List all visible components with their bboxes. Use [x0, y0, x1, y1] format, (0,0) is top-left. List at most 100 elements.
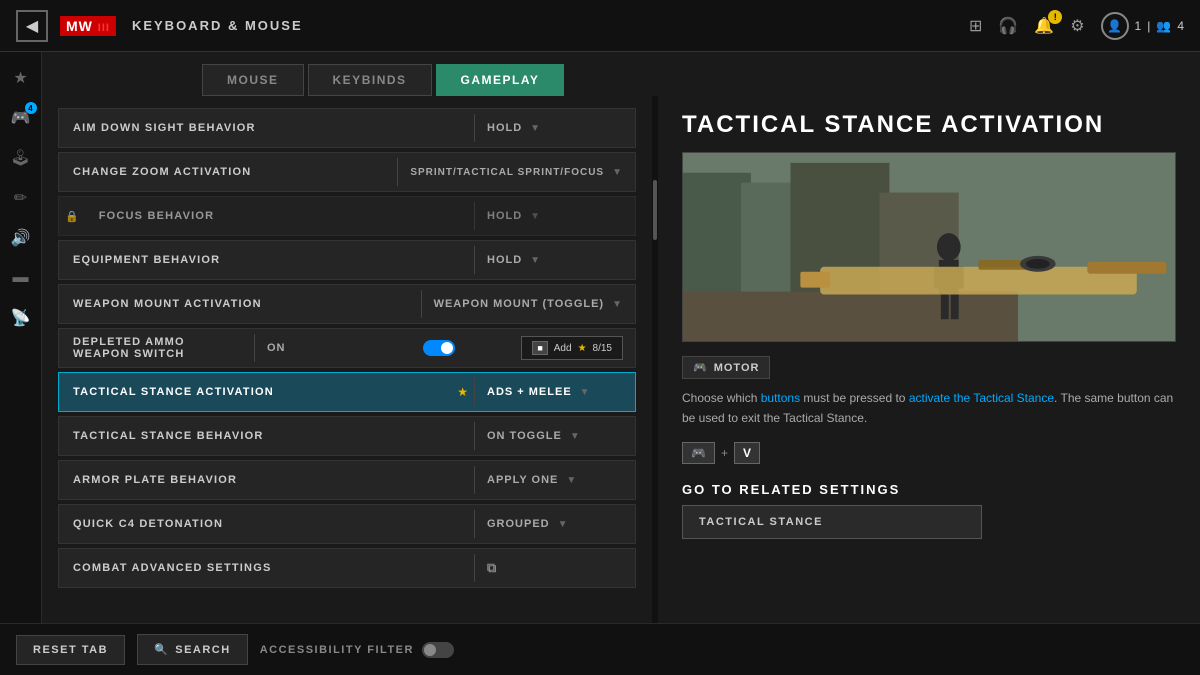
settings-list: AIM DOWN SIGHT BEHAVIOR HOLD ▼ CHANGE ZO…	[42, 96, 652, 623]
panel-scene-svg	[683, 153, 1175, 341]
setting-combat-advanced[interactable]: COMBAT ADVANCED SETTINGS ⧉	[58, 548, 636, 588]
sidebar-badge: 4	[25, 102, 37, 114]
setting-name: ARMOR PLATE BEHAVIOR	[59, 474, 474, 486]
motor-icon: 🎮	[693, 361, 708, 374]
setting-value: ADS + MELEE ▼	[475, 386, 635, 398]
search-label: SEARCH	[175, 644, 230, 656]
setting-name: TACTICAL STANCE ACTIVATION	[59, 386, 451, 398]
setting-value: APPLY ONE ▼	[475, 474, 635, 486]
friends-icon: 👥	[1156, 19, 1171, 33]
setting-value: ON	[255, 342, 415, 354]
headphone-icon[interactable]: 🎧	[998, 16, 1018, 36]
lock-icon: 🔒	[59, 210, 85, 223]
setting-equipment-behavior[interactable]: EQUIPMENT BEHAVIOR HOLD ▼	[58, 240, 636, 280]
go-related-title: GO TO RELATED SETTINGS	[682, 482, 1176, 497]
tab-bar: MOUSE KEYBINDS GAMEPLAY	[42, 52, 1200, 96]
main-area: AIM DOWN SIGHT BEHAVIOR HOLD ▼ CHANGE ZO…	[42, 96, 1200, 623]
header: ◀ MW III KEYBOARD & MOUSE ⊞ 🎧 🔔 ! ⚙ 👤 1 …	[0, 0, 1200, 52]
tab-mouse[interactable]: MOUSE	[202, 64, 304, 96]
bell-badge: !	[1048, 10, 1062, 24]
toggle-depleted-ammo[interactable]	[423, 340, 455, 356]
setting-tactical-stance-activation[interactable]: TACTICAL STANCE ACTIVATION ★ ADS + MELEE…	[58, 372, 636, 412]
sidebar-item-controller[interactable]: 🎮 4	[3, 100, 39, 136]
setting-aim-down-sight[interactable]: AIM DOWN SIGHT BEHAVIOR HOLD ▼	[58, 108, 636, 148]
logo-box: MW III	[60, 16, 116, 36]
chevron-icon: ▼	[612, 299, 623, 310]
chevron-icon: ▼	[530, 211, 541, 222]
setting-value: ⧉	[475, 560, 635, 576]
setting-name: COMBAT ADVANCED SETTINGS	[59, 562, 474, 574]
panel-description: Choose which buttons must be pressed to …	[682, 389, 1176, 427]
setting-armor-plate[interactable]: ARMOR PLATE BEHAVIOR APPLY ONE ▼	[58, 460, 636, 500]
search-icon: 🔍	[154, 643, 169, 656]
reset-tab-button[interactable]: RESET TAB	[16, 635, 125, 665]
desc-link-buttons[interactable]: buttons	[761, 391, 800, 405]
setting-name: DEPLETED AMMO WEAPON SWITCH	[59, 336, 254, 360]
setting-depleted-ammo[interactable]: DEPLETED AMMO WEAPON SWITCH ON ■ Add ★ 8…	[58, 328, 636, 368]
panel-title: TACTICAL STANCE ACTIVATION	[682, 112, 1176, 138]
setting-name: QUICK C4 DETONATION	[59, 518, 474, 530]
chevron-icon: ▼	[570, 431, 581, 442]
popup-count: 8/15	[593, 343, 612, 354]
tab-keybinds[interactable]: KEYBINDS	[308, 64, 432, 96]
setting-quick-c4[interactable]: QUICK C4 DETONATION GROUPED ▼	[58, 504, 636, 544]
profile-section: 👤 1 | 👥 4	[1101, 12, 1184, 40]
sidebar-item-edit[interactable]: ✏	[3, 180, 39, 216]
profile-level: 1	[1135, 19, 1142, 33]
bell-icon[interactable]: 🔔 !	[1034, 16, 1054, 36]
setting-name: FOCUS BEHAVIOR	[85, 210, 474, 222]
setting-change-zoom[interactable]: CHANGE ZOOM ACTIVATION SPRINT/TACTICAL S…	[58, 152, 636, 192]
popup-add-label: Add	[554, 343, 572, 354]
chevron-icon: ▼	[580, 387, 591, 398]
setting-name: AIM DOWN SIGHT BEHAVIOR	[59, 122, 474, 134]
panel-image	[682, 152, 1176, 342]
logo-text: MW	[66, 18, 93, 34]
desc-part2: must be pressed to	[800, 391, 909, 405]
setting-value: GROUPED ▼	[475, 518, 635, 530]
sidebar-item-volume[interactable]: 🔊	[3, 220, 39, 256]
sidebar-item-favorites[interactable]: ★	[3, 60, 39, 96]
setting-tactical-stance-behavior[interactable]: TACTICAL STANCE BEHAVIOR ON TOGGLE ▼	[58, 416, 636, 456]
back-button[interactable]: ◀	[16, 10, 48, 42]
right-panel: TACTICAL STANCE ACTIVATION	[658, 96, 1200, 623]
sidebar-item-display[interactable]: ▬	[3, 260, 39, 296]
chevron-icon: ▼	[558, 519, 569, 530]
setting-name: CHANGE ZOOM ACTIVATION	[59, 166, 397, 178]
motor-badge: 🎮 MOTOR	[682, 356, 770, 379]
grid-icon[interactable]: ⊞	[969, 16, 982, 36]
related-settings-btn[interactable]: TACTICAL STANCE	[682, 505, 982, 539]
popup-key-icon: ■	[532, 341, 547, 355]
logo: MW III	[60, 16, 116, 36]
separator: |	[1147, 19, 1150, 33]
logo-sub: III	[98, 22, 110, 34]
key-button-2[interactable]: V	[734, 442, 760, 464]
setting-name: TACTICAL STANCE BEHAVIOR	[59, 430, 474, 442]
motor-label: MOTOR	[714, 362, 760, 374]
setting-value: HOLD ▼	[475, 254, 635, 266]
sidebar-item-gamepad[interactable]: 🕹	[3, 140, 39, 176]
bottom-bar: RESET TAB 🔍 SEARCH ACCESSIBILITY FILTER	[0, 623, 1200, 675]
accessibility-text: ACCESSIBILITY FILTER	[260, 644, 414, 656]
header-title: KEYBOARD & MOUSE	[132, 18, 303, 33]
chevron-icon: ▼	[566, 475, 577, 486]
add-popup: ■ Add ★ 8/15	[521, 336, 623, 360]
key-button-1[interactable]: 🎮	[682, 442, 715, 464]
accessibility-filter-label: ACCESSIBILITY FILTER	[260, 642, 454, 658]
setting-value: WEAPON MOUNT (TOGGLE) ▼	[422, 298, 635, 310]
tab-gameplay[interactable]: GAMEPLAY	[436, 64, 565, 96]
star-icon[interactable]: ★	[451, 385, 474, 399]
setting-name: WEAPON MOUNT ACTIVATION	[59, 298, 421, 310]
desc-part1: Choose which	[682, 391, 761, 405]
sidebar-item-network[interactable]: 📡	[3, 300, 39, 336]
desc-link-activate[interactable]: activate the Tactical Stance	[909, 391, 1054, 405]
profile-icon: 👤	[1101, 12, 1129, 40]
header-right: ⊞ 🎧 🔔 ! ⚙ 👤 1 | 👥 4	[969, 12, 1184, 40]
setting-weapon-mount[interactable]: WEAPON MOUNT ACTIVATION WEAPON MOUNT (TO…	[58, 284, 636, 324]
setting-value: HOLD ▼	[475, 122, 635, 134]
setting-value: SPRINT/TACTICAL SPRINT/FOCUS ▼	[398, 167, 635, 178]
accessibility-toggle[interactable]	[422, 642, 454, 658]
search-button[interactable]: 🔍 SEARCH	[137, 634, 248, 665]
key-combo: 🎮 + V	[682, 442, 1176, 464]
gear-icon[interactable]: ⚙	[1070, 16, 1084, 36]
setting-focus-behavior[interactable]: 🔒 FOCUS BEHAVIOR HOLD ▼	[58, 196, 636, 236]
